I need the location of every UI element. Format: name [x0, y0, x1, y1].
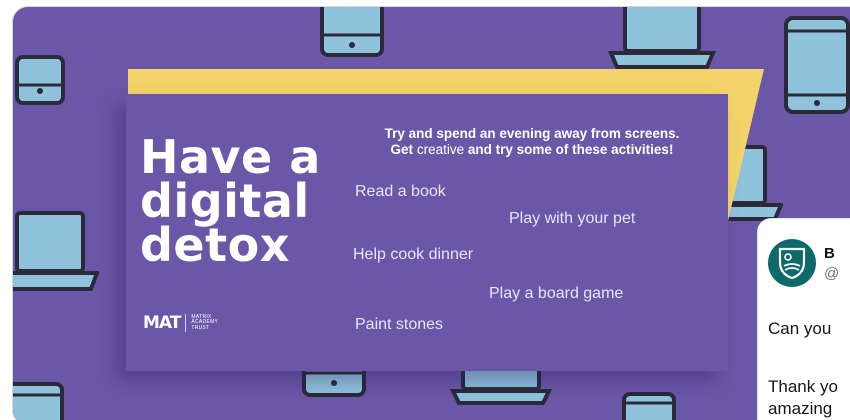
intro-rest: and try some of these activities! [467, 142, 674, 157]
account-name[interactable]: B [824, 245, 835, 262]
activity-item: Play a board game [489, 285, 624, 302]
shield-crest-icon [778, 247, 806, 280]
logo-text: MATRIX ACADEMY TRUST [191, 314, 218, 332]
tablet-icon [319, 7, 385, 59]
activity-item: Read a book [355, 183, 446, 200]
intro-line-1: Try and spend an evening away from scree… [384, 126, 680, 141]
poster-intro: Try and spend an evening away from scree… [336, 126, 728, 158]
laptop-icon [607, 7, 717, 71]
tweet-text-line: Can you [768, 319, 832, 338]
tablet-icon [15, 55, 65, 105]
intro-creative: creative [416, 142, 465, 157]
tweet-media-image[interactable] [12, 6, 850, 420]
poster-title: Have a digital detox [140, 130, 340, 272]
laptop-icon [13, 209, 99, 295]
activity-item: Help cook dinner [353, 246, 474, 263]
tweet-text-line: amazing [768, 399, 833, 418]
intro-get: Get [390, 142, 414, 157]
title-line: Have a [140, 130, 321, 184]
title-line: digital [140, 174, 310, 228]
matrix-academy-trust-logo: MAT MATRIX ACADEMY TRUST [143, 313, 218, 333]
activity-item: Play with your pet [509, 210, 636, 227]
logo-divider [185, 314, 187, 332]
logo-text-line: TRUST [191, 324, 210, 331]
title-line: detox [140, 218, 290, 272]
account-avatar[interactable] [768, 239, 816, 287]
tablet-icon [783, 15, 850, 115]
tablet-icon [13, 381, 65, 420]
intro-line-2: Get creative and try some of these activ… [336, 142, 728, 158]
activity-item: Paint stones [355, 316, 444, 333]
account-handle[interactable]: @ [824, 265, 839, 282]
embedded-tweet-card[interactable]: B @ Can you Thank yo amazing [757, 218, 850, 420]
tweet-text-line: Thank yo [768, 377, 838, 396]
tablet-icon [621, 391, 677, 420]
logo-mark: MAT [143, 313, 181, 333]
